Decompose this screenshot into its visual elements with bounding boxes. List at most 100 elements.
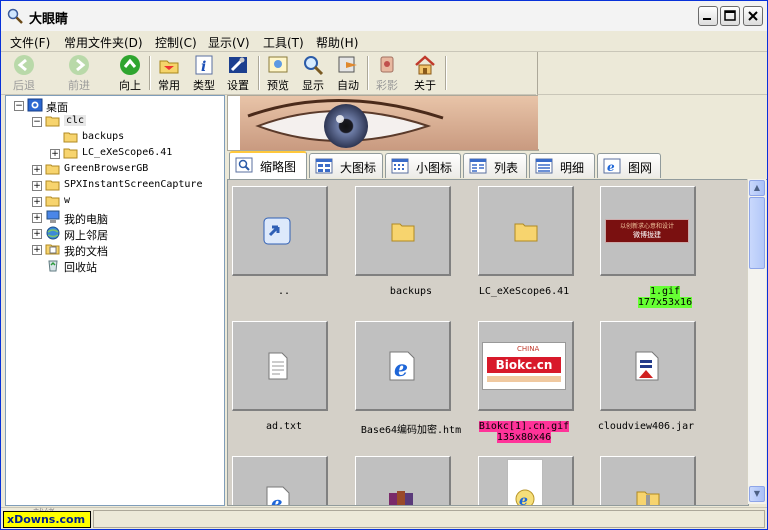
thumbnail-frame: e xyxy=(478,456,574,505)
folder-icon xyxy=(514,223,538,242)
recycle-bin-icon xyxy=(48,260,58,272)
expand-icon[interactable]: + xyxy=(32,229,42,239)
thumbnail-row3-1[interactable]: e xyxy=(232,456,332,506)
thumbnail-cloudview-jar[interactable] xyxy=(600,321,700,411)
thumbnail-caption: .. xyxy=(277,286,291,297)
tab-label: 图网 xyxy=(628,161,653,175)
color-button[interactable]: 彩影 xyxy=(369,54,405,92)
thumbnail-ad-txt[interactable] xyxy=(232,321,332,411)
common-button[interactable]: 常用 xyxy=(151,54,187,92)
close-button[interactable] xyxy=(743,6,763,26)
preview-empty-area xyxy=(538,95,766,149)
common-label: 常用 xyxy=(158,79,180,92)
thumbnail-biokc-gif[interactable]: CHINA Biokc.cn xyxy=(478,321,578,411)
ie-web-icon: e xyxy=(603,158,621,174)
maximize-button[interactable] xyxy=(720,6,740,26)
tree-label: backups xyxy=(82,131,125,142)
expand-icon[interactable]: + xyxy=(32,197,42,207)
parent-directory-icon xyxy=(263,217,291,245)
thumbnail-frame: CHINA Biokc.cn xyxy=(478,321,574,411)
magnifier-icon xyxy=(7,8,23,24)
settings-button[interactable]: 设置 xyxy=(220,54,256,92)
tab-web[interactable]: e 图网 xyxy=(597,153,661,178)
color-stamp-icon xyxy=(380,56,394,73)
tab-thumbnails[interactable]: 缩略图 xyxy=(229,151,307,180)
thumbnail-frame: e xyxy=(232,456,328,506)
tree-label: LC_eXeScope6.41 xyxy=(82,147,173,158)
vertical-scrollbar[interactable]: ▲ ▼ xyxy=(747,179,766,504)
menu-control[interactable]: 控制(C) xyxy=(155,34,197,51)
text-file-icon xyxy=(268,352,288,380)
toolbar-separator xyxy=(445,56,447,90)
minimize-button[interactable] xyxy=(698,6,718,26)
settings-tools-icon xyxy=(229,57,247,73)
up-button[interactable]: 向上 xyxy=(112,54,148,92)
title-bar: 大眼睛 xyxy=(1,1,767,32)
menu-favorite-folders[interactable]: 常用文件夹(D) xyxy=(64,34,143,51)
common-folder-icon xyxy=(159,60,179,74)
forward-label: 前进 xyxy=(68,79,90,92)
thumbnail-row3-4[interactable] xyxy=(600,456,700,505)
menu-file[interactable]: 文件(F) xyxy=(10,34,50,51)
expand-icon[interactable]: + xyxy=(32,245,42,255)
house-icon xyxy=(415,55,435,75)
image-preview xyxy=(227,95,539,151)
display-button[interactable]: 显示 xyxy=(295,54,331,92)
status-panel xyxy=(93,510,765,528)
zip-folder-icon xyxy=(636,491,660,505)
type-info-icon: i xyxy=(195,55,213,75)
tab-large-icons[interactable]: 大图标 xyxy=(309,153,383,178)
preview-button[interactable]: 预览 xyxy=(260,54,296,92)
svg-text:e: e xyxy=(271,493,282,506)
back-button[interactable]: 后退 xyxy=(6,54,42,92)
folder-icon xyxy=(391,223,415,242)
expand-icon[interactable]: + xyxy=(32,181,42,191)
type-button[interactable]: i 类型 xyxy=(186,54,222,92)
view-tabs: 缩略图 大图标 小图标 列表 明细 e 图网 xyxy=(227,151,767,180)
toolbar-empty-area xyxy=(537,52,767,95)
collapse-icon[interactable]: − xyxy=(14,101,24,111)
tree-label: 回收站 xyxy=(64,261,97,274)
expand-icon[interactable]: + xyxy=(32,165,42,175)
about-button[interactable]: 关于 xyxy=(407,54,443,92)
thumbnail-row3-2[interactable] xyxy=(355,456,455,505)
tree-label: 我的电脑 xyxy=(64,213,108,226)
svg-text:i: i xyxy=(201,59,206,75)
tab-details[interactable]: 明细 xyxy=(529,153,595,178)
scroll-thumb[interactable] xyxy=(749,197,765,269)
expand-icon[interactable]: + xyxy=(50,149,60,159)
thumbnail-row3-3[interactable]: e xyxy=(478,456,578,505)
scroll-down-button[interactable]: ▼ xyxy=(749,486,765,502)
folder-icon xyxy=(45,164,60,175)
menu-help[interactable]: 帮助(H) xyxy=(316,34,358,51)
tree-label: clc xyxy=(64,115,87,126)
auto-button[interactable]: 自动 xyxy=(330,54,366,92)
thumbnail-parent[interactable] xyxy=(232,186,332,276)
ie-document-icon: e xyxy=(389,351,415,382)
forward-arrow-icon xyxy=(69,55,89,75)
folder-icon xyxy=(45,180,60,191)
thumbnail-backups[interactable] xyxy=(355,186,455,276)
network-globe-icon xyxy=(46,226,60,240)
forward-button[interactable]: 前进 xyxy=(61,54,97,92)
status-bar: 就绪 xDowns.com xyxy=(1,507,767,529)
expand-icon[interactable]: + xyxy=(32,213,42,223)
scroll-up-button[interactable]: ▲ xyxy=(749,180,765,196)
menu-view[interactable]: 显示(V) xyxy=(208,34,250,51)
watermark-label: xDowns.com xyxy=(3,511,91,528)
thumbnail-lc-exescope[interactable] xyxy=(478,186,578,276)
tab-small-icons[interactable]: 小图标 xyxy=(385,153,461,178)
folder-tree[interactable]: − 桌面 − clc backups + LC_eXeScope6.41 + G… xyxy=(5,95,225,506)
tree-label: SPXInstantScreenCapture xyxy=(64,179,203,190)
tab-list[interactable]: 列表 xyxy=(463,153,527,178)
thumbnail-frame xyxy=(600,321,696,411)
biokc-main-text: Biokc.cn xyxy=(487,357,561,373)
thumbnail-frame xyxy=(478,186,574,276)
menu-tools[interactable]: 工具(T) xyxy=(263,34,304,51)
tree-label: 桌面 xyxy=(46,101,68,114)
collapse-icon[interactable]: − xyxy=(32,117,42,127)
thumbnail-base64-htm[interactable]: e xyxy=(355,321,455,411)
about-label: 关于 xyxy=(414,79,436,92)
thumbnail-frame xyxy=(600,456,696,505)
thumbnail-1gif[interactable]: 以创新求心意和设计 微博拢建 xyxy=(600,186,700,276)
